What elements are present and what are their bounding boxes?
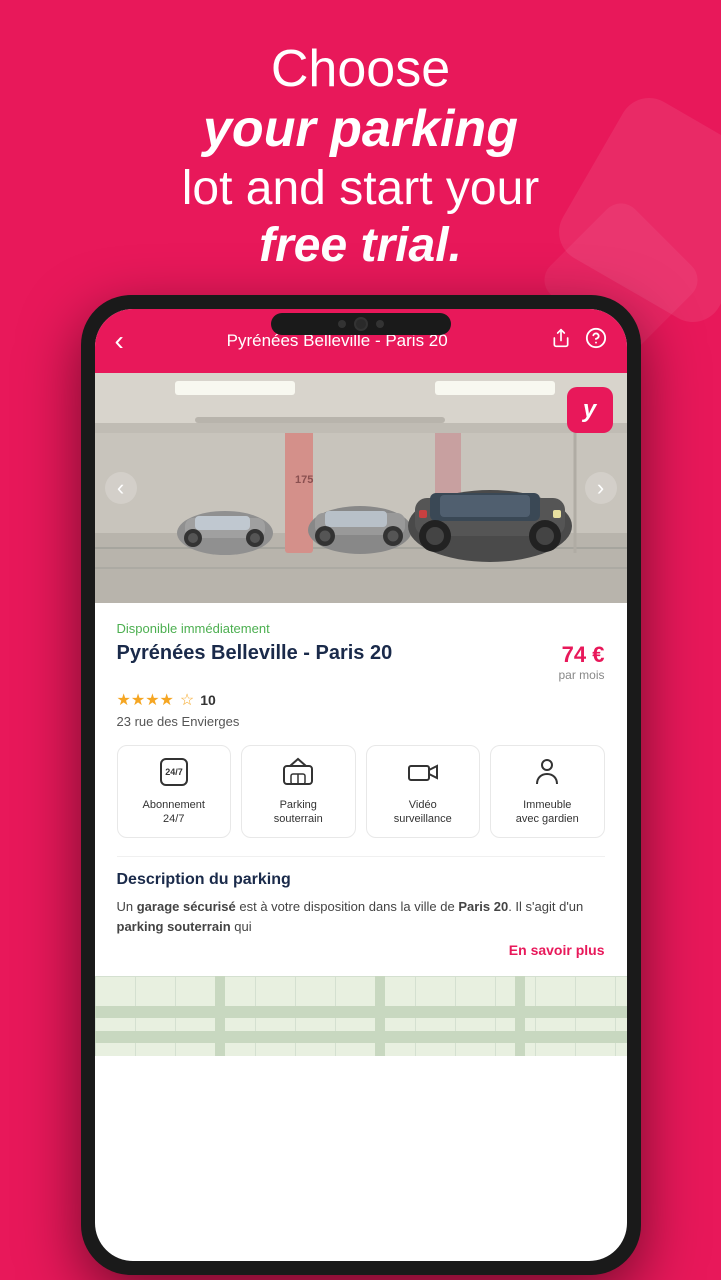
phone-camera <box>354 317 368 331</box>
description-text: Un garage sécurisé est à votre dispositi… <box>117 897 605 939</box>
image-next-button[interactable]: › <box>585 472 617 504</box>
hero-line1: Choose <box>60 40 661 100</box>
svg-text:175: 175 <box>295 474 313 486</box>
content-area: Disponible immédiatement Pyrénées Bellev… <box>95 603 627 976</box>
247-icon: 24/7 <box>158 756 190 792</box>
stars: ★★★★ <box>117 690 174 710</box>
features-row: 24/7 Abonnement24/7 <box>117 745 605 838</box>
yespark-logo: y <box>567 387 613 433</box>
image-prev-button[interactable]: ‹ <box>105 472 137 504</box>
map-road-v1 <box>215 976 225 1056</box>
map-road-v3 <box>515 976 525 1056</box>
star-half: ☆ <box>180 690 194 710</box>
price-block: 74 € par mois <box>558 642 604 682</box>
price-label: par mois <box>558 668 604 682</box>
phone-shell: ‹ Pyrénées Belleville - Paris 20 <box>81 295 641 1275</box>
phone-screen: ‹ Pyrénées Belleville - Paris 20 <box>95 309 627 1261</box>
help-icon[interactable] <box>585 327 607 355</box>
read-more-button[interactable]: En savoir plus <box>117 942 605 958</box>
hero-line4: free trial. <box>60 217 661 275</box>
map-road-h2 <box>95 1031 627 1043</box>
rating-row: ★★★★ ☆ 10 <box>117 690 605 710</box>
parking-image: 175 <box>95 373 627 603</box>
price-amount: 74 € <box>562 642 605 667</box>
map-area[interactable] <box>95 976 627 1056</box>
back-button[interactable]: ‹ <box>115 325 124 357</box>
camera-icon <box>407 756 439 792</box>
feature-video: Vidéosurveillance <box>366 745 481 838</box>
feature-souterrain-label: Parkingsouterrain <box>274 798 323 827</box>
listing-name: Pyrénées Belleville - Paris 20 <box>117 642 559 665</box>
map-road-h1 <box>95 1006 627 1018</box>
phone-mockup: ‹ Pyrénées Belleville - Paris 20 <box>81 295 641 1275</box>
feature-247-label: Abonnement24/7 <box>143 798 205 827</box>
phone-dot2 <box>376 320 384 328</box>
feature-souterrain: Parkingsouterrain <box>241 745 356 838</box>
address: 23 rue des Envierges <box>117 714 605 729</box>
underground-icon <box>282 756 314 792</box>
available-badge: Disponible immédiatement <box>117 621 605 636</box>
hero-line3: lot and start your <box>60 160 661 218</box>
description-title: Description du parking <box>117 871 605 889</box>
feature-video-label: Vidéosurveillance <box>394 798 452 827</box>
hero-line2: your parking <box>60 100 661 160</box>
map-road-v2 <box>375 976 385 1056</box>
phone-dot <box>338 320 346 328</box>
listing-header: Pyrénées Belleville - Paris 20 74 € par … <box>117 642 605 682</box>
feature-247: 24/7 Abonnement24/7 <box>117 745 232 838</box>
svg-text:24/7: 24/7 <box>165 767 183 777</box>
hero-section: Choose your parking lot and start your f… <box>0 40 721 275</box>
guardian-icon <box>531 756 563 792</box>
rating-count: 10 <box>200 692 216 708</box>
description-section: Description du parking Un garage sécuris… <box>117 856 605 959</box>
phone-notch <box>271 313 451 335</box>
feature-gardien-label: Immeubleavec gardien <box>516 798 579 827</box>
share-icon[interactable] <box>551 328 571 354</box>
header-actions <box>551 327 607 355</box>
feature-gardien: Immeubleavec gardien <box>490 745 605 838</box>
